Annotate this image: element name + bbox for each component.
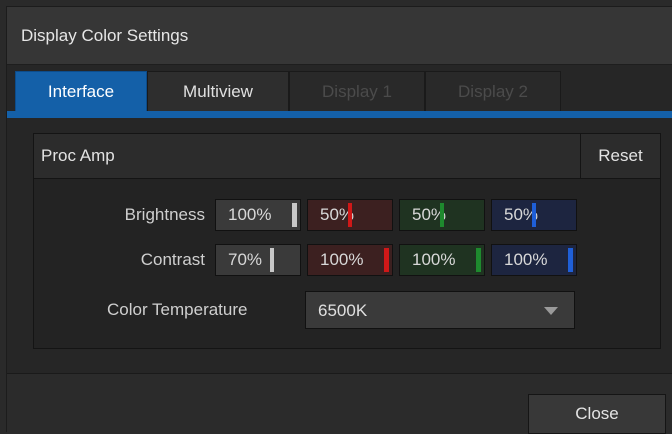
color-temperature-value: 6500K [318, 301, 368, 320]
contrast-red-field[interactable]: 100% [307, 244, 393, 276]
contrast-master-marker [270, 248, 274, 272]
brightness-green-field[interactable]: 50% [399, 199, 485, 231]
contrast-red-value: 100% [320, 250, 364, 269]
brightness-label: Brightness [124, 205, 205, 224]
proc-amp-title: Proc Amp [41, 146, 115, 165]
contrast-blue-field[interactable]: 100% [491, 244, 577, 276]
contrast-green-value: 100% [412, 250, 456, 269]
tab-interface[interactable]: Interface [15, 71, 147, 111]
color-temperature-select[interactable]: 6500K [305, 291, 575, 329]
dialog-footer: Close [7, 373, 672, 434]
brightness-red-marker [348, 203, 352, 227]
reset-button[interactable]: Reset [580, 134, 660, 178]
contrast-label: Contrast [140, 250, 205, 269]
brightness-master-marker [292, 203, 297, 227]
color-temperature-label: Color Temperature [107, 300, 248, 319]
display-color-settings-window: Display Color Settings Interface Multivi… [6, 6, 672, 434]
tab-underline [7, 111, 672, 118]
tab-display-2[interactable]: Display 2 [425, 71, 561, 111]
contrast-master-value: 70% [228, 250, 263, 269]
contrast-red-marker [384, 248, 389, 272]
contrast-green-field[interactable]: 100% [399, 244, 485, 276]
brightness-master-value: 100% [228, 205, 272, 224]
contrast-blue-value: 100% [504, 250, 548, 269]
contrast-green-marker [476, 248, 481, 272]
close-button[interactable]: Close [528, 394, 666, 434]
tab-multiview[interactable]: Multiview [147, 71, 289, 111]
brightness-master-field[interactable]: 100% [215, 199, 301, 231]
chevron-down-icon [544, 307, 558, 315]
tab-display-1[interactable]: Display 1 [289, 71, 425, 111]
brightness-red-field[interactable]: 50% [307, 199, 393, 231]
brightness-green-marker [440, 203, 444, 227]
proc-amp-header: Proc Amp Reset [34, 134, 660, 179]
title-bar: Display Color Settings [7, 7, 672, 65]
brightness-blue-field[interactable]: 50% [491, 199, 577, 231]
contrast-master-field[interactable]: 70% [215, 244, 301, 276]
contrast-blue-marker [568, 248, 573, 272]
window-title: Display Color Settings [21, 26, 189, 45]
brightness-blue-marker [532, 203, 536, 227]
